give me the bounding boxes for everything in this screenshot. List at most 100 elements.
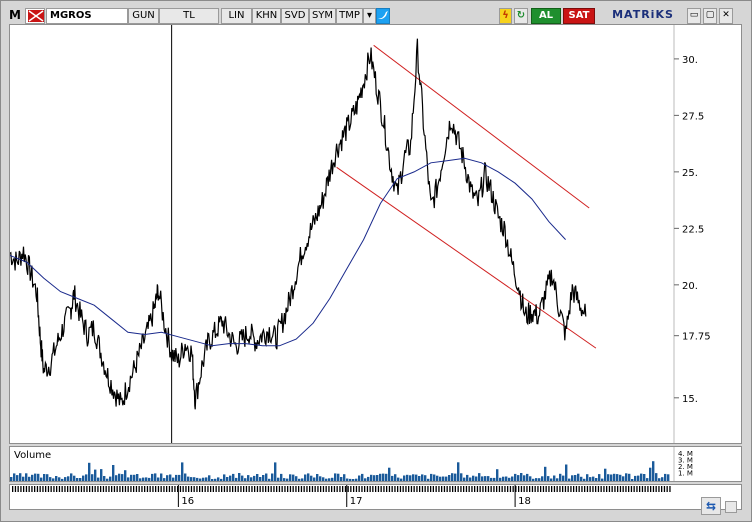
time-tick-mark (559, 486, 561, 492)
volume-bar (88, 462, 91, 481)
svd-button[interactable]: SVD (281, 8, 309, 24)
volume-tick-label: 1. M (678, 470, 693, 478)
volume-bar (478, 473, 481, 481)
options-button[interactable] (725, 501, 737, 513)
symbol-input[interactable]: MGROS (46, 8, 128, 24)
minimize-icon[interactable]: ▭ (687, 8, 701, 24)
time-tick-mark (245, 486, 248, 492)
close-icon[interactable]: ✕ (719, 8, 733, 24)
time-tick-mark (102, 486, 105, 492)
volume-bar (250, 477, 253, 481)
currency-button[interactable]: TL (159, 8, 219, 24)
sym-button[interactable]: SYM (309, 8, 336, 24)
volume-bar (550, 478, 553, 481)
time-tick-mark (210, 486, 212, 492)
volume-bar (196, 477, 199, 481)
time-tick-mark (116, 486, 118, 492)
volume-bar (457, 462, 460, 481)
time-tick-mark (441, 486, 443, 492)
volume-bar (298, 478, 301, 481)
volume-bar (415, 474, 418, 481)
time-tick-mark (394, 486, 396, 492)
time-tick-mark (281, 486, 283, 492)
time-tick-mark (243, 486, 245, 492)
volume-bar (328, 478, 331, 481)
volume-bar (46, 474, 49, 481)
volume-bar (13, 473, 16, 481)
time-tick-mark (391, 486, 393, 492)
volume-bar (169, 474, 172, 481)
volume-bar (490, 477, 493, 481)
volume-bar (61, 478, 64, 481)
time-tick-mark (141, 486, 143, 492)
volume-panel[interactable]: 4. M 3. M 2. M 1. M Volume (9, 446, 742, 482)
time-tick-mark (298, 486, 300, 492)
tmp-button[interactable]: TMP (336, 8, 363, 24)
bolt-icon[interactable]: ϟ (499, 8, 512, 24)
volume-bar (319, 476, 322, 481)
volume-bar (127, 477, 130, 481)
volume-bar (616, 474, 619, 481)
volume-bar (649, 467, 652, 481)
time-tick-mark (171, 486, 173, 492)
x-tick-label: 16 (181, 496, 194, 507)
volume-bar (256, 474, 259, 481)
volume-bar (292, 474, 295, 481)
volume-bar (424, 475, 427, 481)
volume-bar (487, 476, 490, 481)
volume-bar (358, 475, 361, 481)
time-tick-mark (597, 486, 600, 492)
time-tick-mark (149, 486, 151, 492)
time-tick-mark (339, 486, 341, 492)
time-tick-mark (135, 486, 138, 492)
time-tick-mark (504, 486, 506, 492)
time-tick-mark (611, 486, 613, 492)
volume-bar (370, 474, 373, 481)
volume-bar (427, 478, 430, 481)
time-tick-mark (595, 486, 597, 492)
volume-bar (430, 473, 433, 481)
volume-bar (589, 477, 592, 481)
time-tick-mark (397, 486, 399, 492)
volume-bar (613, 473, 616, 481)
volume-bar (253, 475, 256, 481)
time-tick-mark (78, 486, 80, 492)
flag-icon[interactable] (25, 8, 45, 24)
time-tick-mark (465, 486, 468, 492)
time-tick-mark (273, 486, 275, 492)
volume-bar (403, 475, 406, 481)
price-chart[interactable]: 30. 27.5 25. 22.5 20. 17.75 15. (9, 25, 741, 443)
refresh-icon[interactable]: ↻ (514, 8, 528, 24)
buy-button[interactable]: AL (531, 8, 561, 24)
time-tick-mark (501, 486, 503, 492)
volume-bar (142, 477, 145, 481)
twitter-icon[interactable] (376, 8, 390, 24)
volume-bar (400, 478, 403, 481)
volume-bar (295, 476, 298, 481)
volume-bar (85, 474, 88, 481)
sync-icon[interactable]: ⇆ (701, 497, 721, 515)
maximize-icon[interactable]: ▢ (703, 8, 717, 24)
time-tick-mark (531, 486, 534, 492)
price-panel[interactable]: 30. 27.5 25. 22.5 20. 17.75 15. (9, 24, 742, 444)
volume-chart[interactable]: 4. M3. M2. M1. M (10, 447, 741, 481)
time-tick-mark (56, 486, 58, 492)
khn-button[interactable]: KHN (252, 8, 281, 24)
volume-bar (625, 473, 628, 481)
time-tick-mark (369, 486, 371, 492)
time-tick-mark (383, 486, 385, 492)
volume-bar (274, 462, 277, 481)
chevron-down-icon[interactable]: ▾ (363, 8, 376, 24)
time-tick-mark (551, 486, 553, 492)
time-tick-mark (193, 486, 195, 492)
volume-bar (184, 473, 187, 481)
time-axis[interactable]: 16 17 18 (9, 484, 742, 510)
sell-button[interactable]: SAT (563, 8, 595, 24)
volume-bar (343, 474, 346, 481)
volume-bar (229, 475, 232, 481)
time-tick-mark (212, 486, 214, 492)
scale-button[interactable]: LIN (221, 8, 252, 24)
period-button[interactable]: GUN (128, 8, 159, 24)
volume-bar (667, 474, 670, 481)
volume-bar (157, 477, 160, 481)
